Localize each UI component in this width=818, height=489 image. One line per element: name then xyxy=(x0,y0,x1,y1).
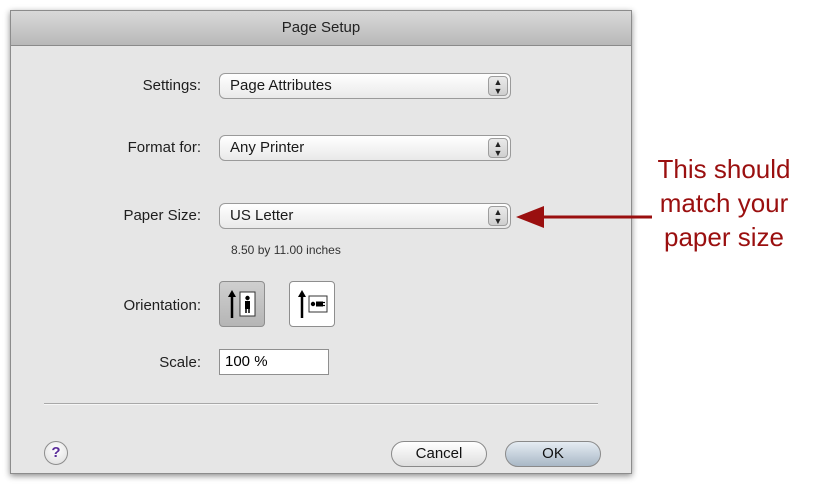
landscape-orientation-icon xyxy=(298,290,328,318)
popup-arrows-icon: ▲ ▼ xyxy=(488,76,508,96)
orientation-landscape-button[interactable] xyxy=(289,281,335,327)
orientation-label: Orientation: xyxy=(123,297,201,314)
settings-value: Page Attributes xyxy=(230,77,332,94)
paper-dimensions: 8.50 by 11.00 inches xyxy=(231,243,341,257)
popup-arrows-icon: ▲ ▼ xyxy=(488,138,508,158)
scale-input[interactable]: 100 % xyxy=(219,349,329,375)
settings-label: Settings: xyxy=(142,77,201,94)
divider xyxy=(44,403,598,405)
help-button[interactable]: ? xyxy=(44,441,68,465)
format-for-label: Format for: xyxy=(127,139,201,156)
dialog-title: Page Setup xyxy=(11,11,631,46)
format-for-value: Any Printer xyxy=(230,139,305,156)
paper-size-label: Paper Size: xyxy=(123,207,201,224)
scale-label: Scale: xyxy=(159,354,201,371)
portrait-orientation-icon xyxy=(228,290,256,318)
orientation-portrait-button[interactable] xyxy=(219,281,265,327)
format-for-popup[interactable]: Any Printer ▲ ▼ xyxy=(219,135,511,161)
annotation-line: paper size xyxy=(664,222,784,252)
annotation-text: This should match your paper size xyxy=(630,152,818,254)
page-setup-dialog: Page Setup Settings: Page Attributes ▲ ▼ … xyxy=(10,10,632,474)
settings-popup[interactable]: Page Attributes ▲ ▼ xyxy=(219,73,511,99)
cancel-button[interactable]: Cancel xyxy=(391,441,487,467)
paper-size-value: US Letter xyxy=(230,207,294,224)
paper-size-popup[interactable]: US Letter ▲ ▼ xyxy=(219,203,511,229)
ok-button[interactable]: OK xyxy=(505,441,601,467)
popup-arrows-icon: ▲ ▼ xyxy=(488,206,508,226)
annotation-line: match your xyxy=(659,188,789,218)
annotation-line: This should xyxy=(657,154,791,184)
